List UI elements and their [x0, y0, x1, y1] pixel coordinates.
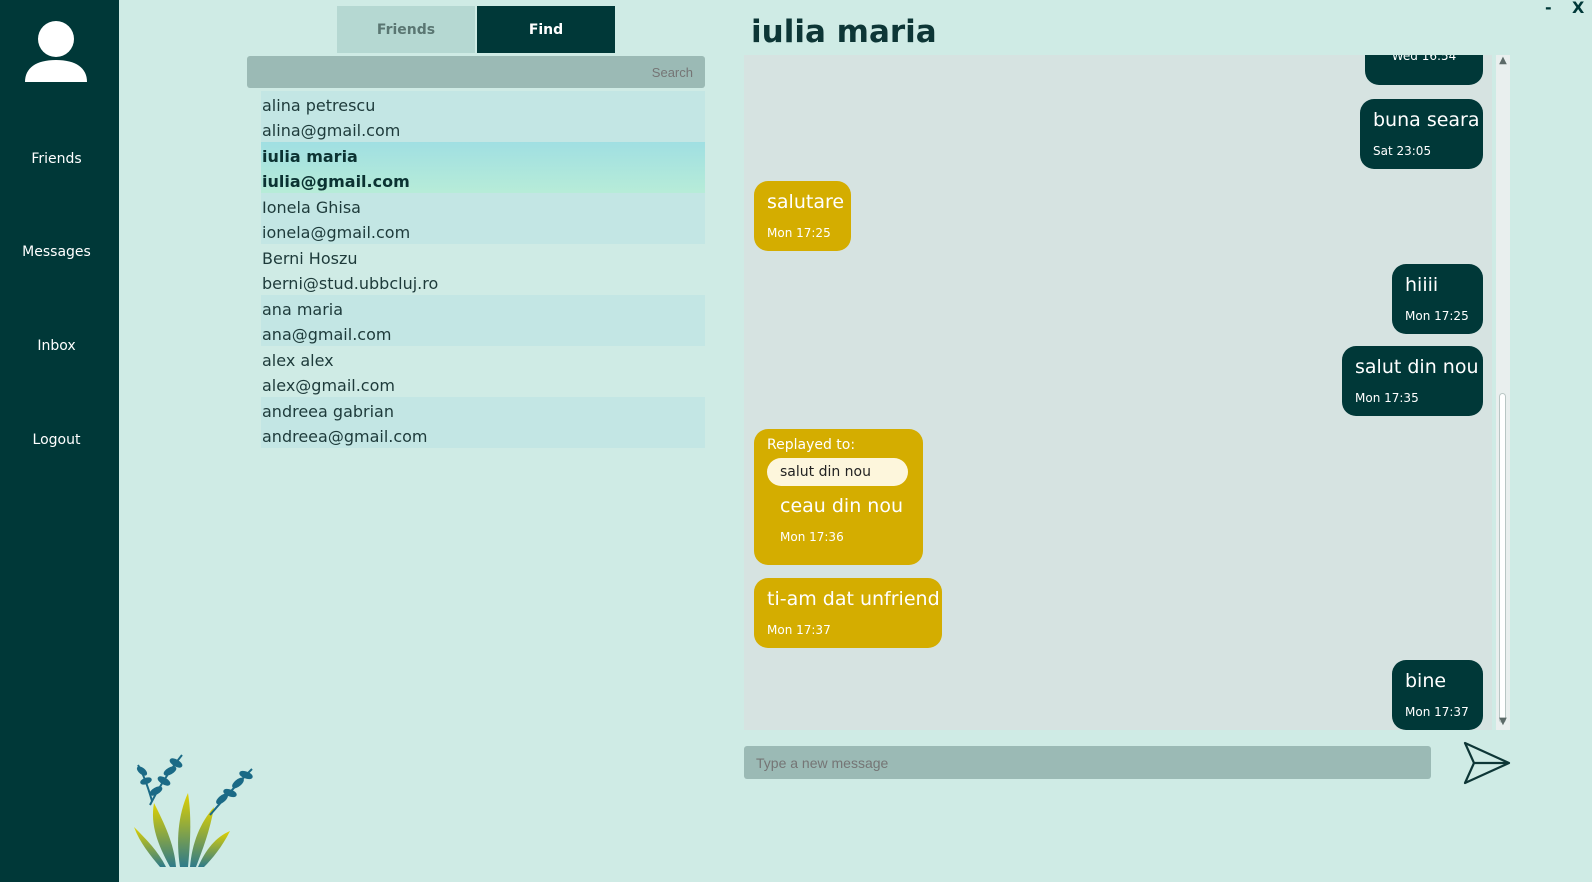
message-time: Mon 17:37: [1405, 705, 1469, 719]
message-text: ceau din nou: [780, 495, 903, 517]
list-item[interactable]: Ionela Ghisa ionela@gmail.com: [261, 193, 705, 244]
message-time: Wed 16:54: [1391, 55, 1457, 63]
message-bubble-outgoing: salut din nou Mon 17:35: [1342, 346, 1483, 416]
message-text: ti-am dat unfriend: [767, 588, 940, 610]
chat-messages[interactable]: Wed 16:54 buna seara Sat 23:05 salutare …: [744, 55, 1492, 730]
sidebar-item-messages[interactable]: Messages: [0, 244, 113, 260]
reply-caption: Replayed to:: [767, 437, 856, 453]
user-email: ionela@gmail.com: [262, 223, 411, 242]
user-list: alina petrescu alina@gmail.com iulia mar…: [261, 91, 705, 448]
user-name: andreea gabrian: [262, 402, 394, 421]
list-item[interactable]: alina petrescu alina@gmail.com: [261, 91, 705, 142]
user-email: ana@gmail.com: [262, 325, 392, 344]
list-item[interactable]: andreea gabrian andreea@gmail.com: [261, 397, 705, 448]
reply-quote[interactable]: salut din nou: [767, 458, 908, 486]
user-name: ana maria: [262, 300, 344, 319]
list-item-selected[interactable]: iulia maria iulia@gmail.com: [261, 142, 705, 193]
message-bubble-incoming: salutare Mon 17:25: [754, 181, 851, 251]
list-item[interactable]: alex alex alex@gmail.com: [261, 346, 705, 397]
message-bubble-outgoing: Wed 16:54: [1365, 55, 1483, 85]
user-name: alina petrescu: [262, 96, 376, 115]
send-icon[interactable]: [1462, 740, 1512, 786]
user-email: iulia@gmail.com: [262, 172, 410, 191]
list-item[interactable]: Berni Hoszu berni@stud.ubbcluj.ro: [261, 244, 705, 295]
sidebar-item-inbox[interactable]: Inbox: [0, 338, 113, 354]
chat-scrollbar[interactable]: ▲ ▼: [1496, 55, 1510, 730]
plant-illustration: [134, 754, 253, 867]
message-text: bine: [1405, 670, 1447, 692]
message-bubble-outgoing: hiiii Mon 17:25: [1392, 264, 1483, 334]
message-bubble-reply: Replayed to: salut din nou ceau din nou …: [754, 429, 923, 565]
user-email: alex@gmail.com: [262, 376, 395, 395]
close-button[interactable]: X: [1572, 0, 1584, 17]
message-bubble-incoming: ti-am dat unfriend Mon 17:37: [754, 578, 942, 648]
scroll-down-icon[interactable]: ▼: [1497, 716, 1509, 727]
message-bubble-outgoing: bine Mon 17:37: [1392, 660, 1483, 730]
list-item[interactable]: ana maria ana@gmail.com: [261, 295, 705, 346]
message-bubble-outgoing: buna seara Sat 23:05: [1360, 99, 1483, 169]
message-text: buna seara: [1373, 109, 1480, 131]
scrollbar-thumb[interactable]: [1499, 393, 1506, 723]
message-time: Sat 23:05: [1373, 144, 1432, 158]
tab-find[interactable]: Find: [477, 6, 615, 53]
sidebar-item-friends[interactable]: Friends: [0, 151, 113, 167]
message-text: hiiii: [1405, 274, 1439, 296]
message-time: Mon 17:36: [780, 530, 844, 544]
message-input[interactable]: [744, 746, 1431, 779]
sidebar-item-logout[interactable]: Logout: [0, 432, 113, 448]
tab-friends[interactable]: Friends: [337, 6, 475, 53]
user-email: berni@stud.ubbcluj.ro: [262, 274, 439, 293]
message-time: Mon 17:25: [767, 226, 831, 240]
user-name: alex alex: [262, 351, 334, 370]
sidebar: Friends Messages Inbox Logout: [0, 0, 119, 882]
message-time: Mon 17:35: [1355, 391, 1419, 405]
user-name: iulia maria: [262, 147, 358, 166]
chat-title: iulia maria: [751, 14, 937, 50]
scroll-up-icon[interactable]: ▲: [1497, 55, 1509, 66]
message-time: Mon 17:25: [1405, 309, 1469, 323]
user-avatar-icon: [25, 21, 87, 82]
message-time: Mon 17:37: [767, 623, 831, 637]
user-email: andreea@gmail.com: [262, 427, 428, 446]
search-input[interactable]: [247, 56, 705, 88]
minimize-button[interactable]: -: [1545, 0, 1552, 17]
message-text: salutare: [767, 191, 845, 213]
user-email: alina@gmail.com: [262, 121, 401, 140]
user-name: Berni Hoszu: [262, 249, 358, 268]
user-name: Ionela Ghisa: [262, 198, 361, 217]
message-text: salut din nou: [1355, 356, 1479, 378]
